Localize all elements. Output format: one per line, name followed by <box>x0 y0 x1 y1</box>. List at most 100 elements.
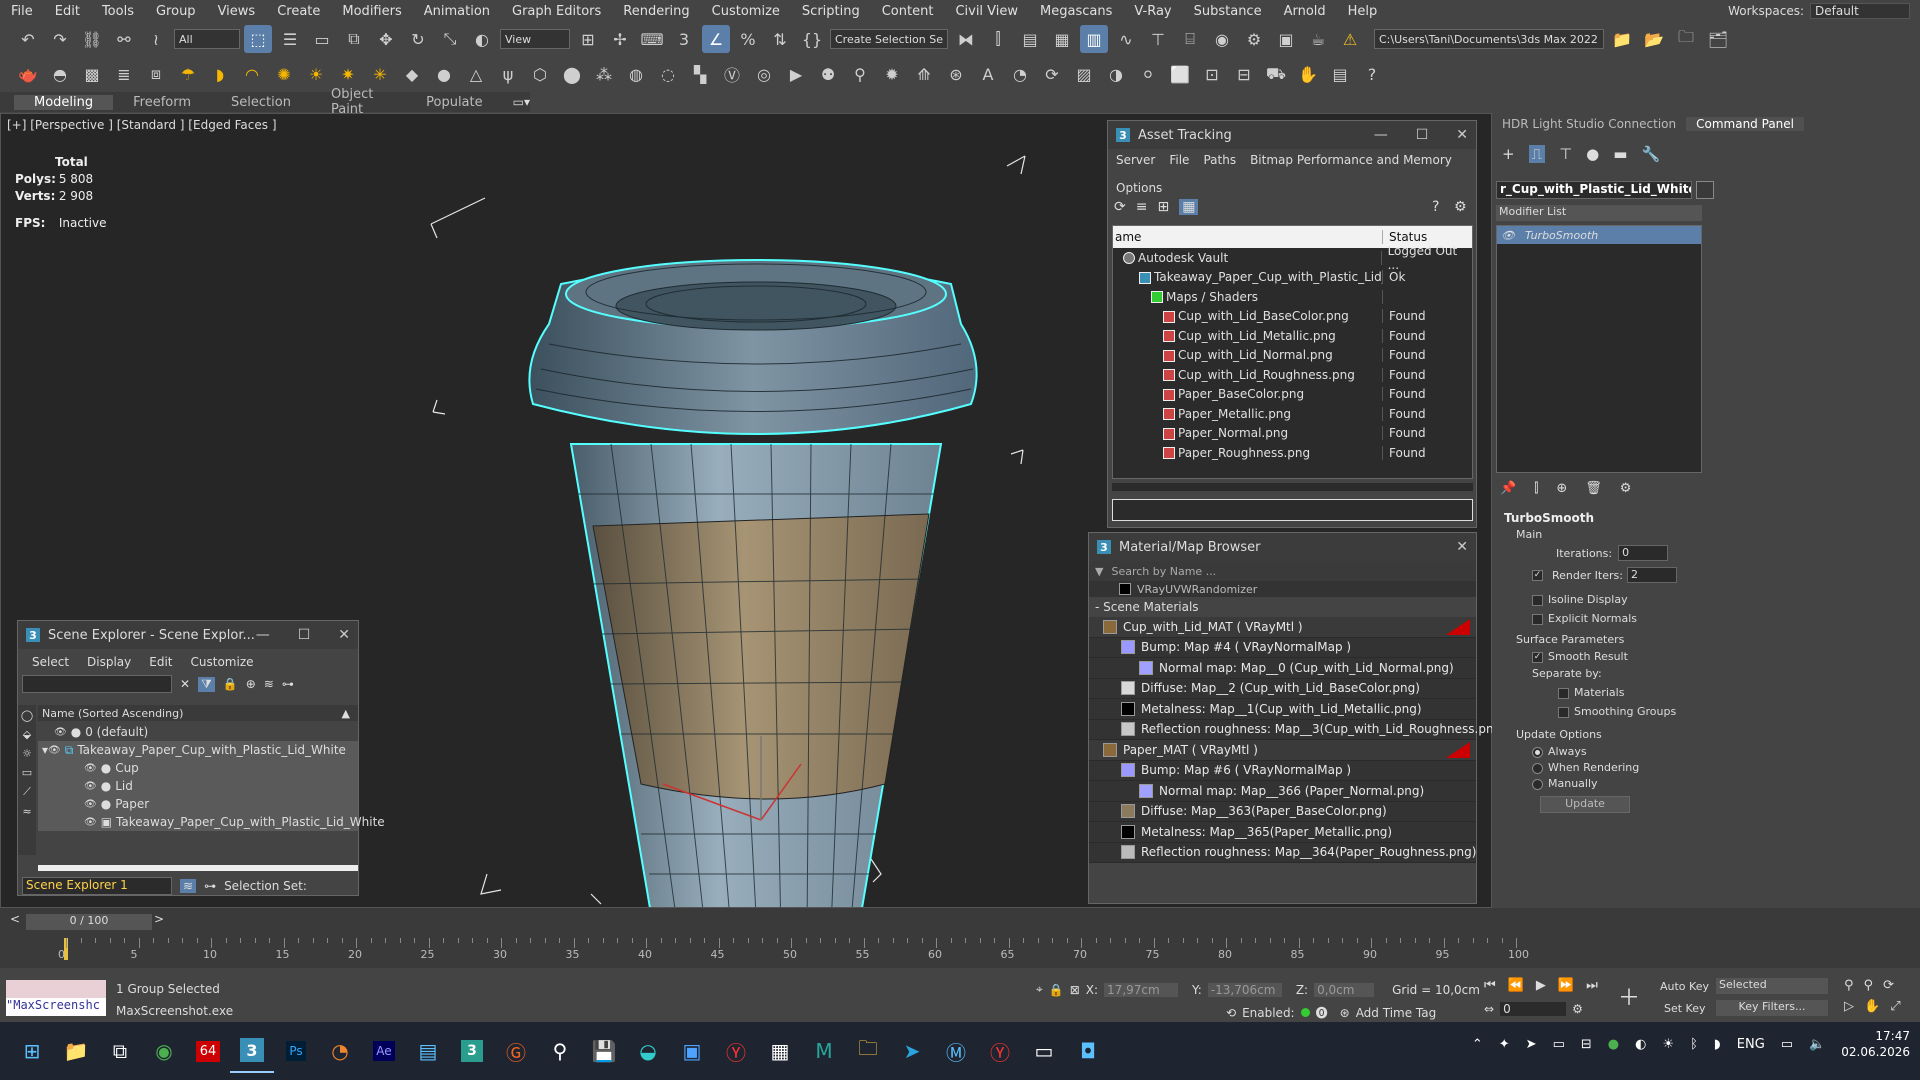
scene-row[interactable]: 👁 ● Lid <box>38 777 358 795</box>
asset-row[interactable]: Cup_with_Lid_BaseColor.png Found <box>1113 307 1472 327</box>
map-row[interactable]: Bump: Map #6 ( VRayNormalMap ) <box>1089 760 1476 781</box>
material-ball-icon[interactable]: ⬤ <box>558 60 586 88</box>
scene-menu-customize[interactable]: Customize <box>191 655 254 669</box>
chevron-down-icon[interactable]: ▼ <box>1095 565 1103 578</box>
eye-icon[interactable]: 👁 <box>54 727 67 738</box>
menu-file[interactable]: File <box>0 4 44 19</box>
enabled-toggle-icon[interactable]: ⓿ <box>1316 1004 1328 1021</box>
place-icon[interactable]: ◐ <box>468 25 496 53</box>
display-geometry-icon[interactable]: ⬙ <box>23 728 31 741</box>
pivot-icon[interactable]: ⊞ <box>574 25 602 53</box>
utilities-tab-icon[interactable]: 🔧 <box>1641 145 1660 163</box>
asset-menu-server[interactable]: Server <box>1116 153 1155 167</box>
map-row[interactable]: Metalness: Map__1(Cup_with_Lid_Metallic.… <box>1089 699 1476 720</box>
percent-snap-icon[interactable]: % <box>734 25 762 53</box>
asset-row[interactable]: Paper_Metallic.png Found <box>1113 404 1472 424</box>
frame-icon[interactable]: ⬜ <box>1166 60 1194 88</box>
cmd-tab-0[interactable]: HDR Light Studio Connection <box>1492 117 1686 131</box>
minimize-icon[interactable]: — <box>256 627 270 643</box>
tray-volume-icon[interactable]: ◗ <box>1714 1037 1721 1052</box>
materials-checkbox[interactable] <box>1558 687 1569 699</box>
enabled-indicator-icon[interactable] <box>1300 1008 1310 1017</box>
refresh-icon[interactable]: ⟳ <box>1114 199 1126 215</box>
project-new-icon[interactable]: 🗀 <box>1672 25 1700 53</box>
z-coordinate[interactable]: 0,0cm <box>1314 982 1375 997</box>
minimize-icon[interactable]: — <box>1374 127 1388 143</box>
edge-icon[interactable]: ◒ <box>626 1029 670 1073</box>
absolute-mode-icon[interactable]: ⊠ <box>1070 983 1080 997</box>
tree-icon[interactable]: ⟰ <box>910 60 938 88</box>
link-icon[interactable]: ⛓ <box>78 25 106 53</box>
object-name-field[interactable]: r_Cup_with_Plastic_Lid_White <box>1496 181 1692 199</box>
col-name[interactable]: ame <box>1113 230 1383 244</box>
scene-row[interactable]: ▾ 👁 ⧉ Takeaway_Paper_Cup_with_Plastic_Lid_… <box>38 741 358 759</box>
scene-explorer-icon[interactable]: ▥ <box>1080 25 1108 53</box>
scatter-icon[interactable]: ⁂ <box>590 60 618 88</box>
iterations-spinner[interactable]: 0 <box>1618 545 1669 561</box>
eye-icon[interactable]: 👁 <box>84 817 97 828</box>
select-object-icon[interactable]: ⬚ <box>244 25 272 53</box>
add-time-tag-label[interactable]: Add Time Tag <box>1356 1006 1437 1020</box>
cube-icon[interactable]: ◆ <box>398 60 426 88</box>
align-icon[interactable]: ⫿ <box>984 25 1012 53</box>
menu-modifiers[interactable]: Modifiers <box>331 4 412 19</box>
asset-menu-paths[interactable]: Paths <box>1203 153 1236 167</box>
set-key-button[interactable]: Set Key <box>1664 1002 1706 1015</box>
rect-selection-icon[interactable]: ▭ <box>308 25 336 53</box>
bind-space-warp-icon[interactable]: ≀ <box>142 25 170 53</box>
plane-icon[interactable]: △ <box>462 60 490 88</box>
material-row[interactable]: Paper_MAT ( VRayMtl ) <box>1089 740 1476 761</box>
lightbulb-icon[interactable]: ⚪ <box>1134 60 1162 88</box>
chrome-icon[interactable]: ◉ <box>142 1029 186 1073</box>
maximize-viewport-icon[interactable]: ⤢ <box>1890 999 1900 1014</box>
workspaces-dropdown[interactable]: Default <box>1810 3 1910 19</box>
explorer-2-icon[interactable]: 🗀 <box>846 1029 890 1073</box>
key-mode-icon[interactable]: ⇔ <box>1484 1002 1494 1016</box>
tray-chevron-icon[interactable]: ⌃ <box>1472 1037 1483 1052</box>
sphere-tool-icon[interactable]: ◓ <box>46 60 74 88</box>
ribbon-tab-selection[interactable]: Selection <box>211 95 311 110</box>
reference-coordinate-dropdown[interactable]: View <box>500 29 570 49</box>
photo-icon[interactable]: ▨ <box>1070 60 1098 88</box>
map-row[interactable]: Normal map: Map__0 (Cup_with_Lid_Normal.… <box>1089 658 1476 679</box>
cross-frame-icon[interactable]: ⊡ <box>1198 60 1226 88</box>
ribbon-tab-freeform[interactable]: Freeform <box>113 95 211 110</box>
rotate-icon[interactable]: ↻ <box>404 25 432 53</box>
modify-tab-icon[interactable]: ⎍ <box>1528 145 1546 163</box>
layer-manager-icon[interactable]: ≋ <box>180 879 197 893</box>
app-m2-icon[interactable]: Ⓜ <box>934 1029 978 1073</box>
x-coordinate[interactable]: 17,97cm <box>1104 982 1179 997</box>
time-slider-next[interactable]: > <box>154 912 164 926</box>
scene-explorer-name-dropdown[interactable]: Scene Explorer 1 <box>22 877 172 895</box>
display-helpers-icon[interactable]: ⟋ <box>23 785 31 799</box>
proxy-icon[interactable]: ⬡ <box>526 60 554 88</box>
man-icon[interactable]: ✋ <box>1294 60 1322 88</box>
rollout-title[interactable]: TurboSmooth <box>1496 511 1702 525</box>
teapot-icon[interactable]: 🫖 <box>14 60 42 88</box>
maximize-icon[interactable]: ☐ <box>1416 127 1429 143</box>
asset-menu-bitmap-performance-and-memory[interactable]: Bitmap Performance and Memory <box>1250 153 1452 167</box>
display-lights-icon[interactable]: ☼ <box>22 747 32 760</box>
snap-3d-icon[interactable]: 3 <box>670 25 698 53</box>
project-folder-icon[interactable]: 📁 <box>1608 25 1636 53</box>
menu-views[interactable]: Views <box>207 4 267 19</box>
ribbon-toggle-icon[interactable]: ▦ <box>1048 25 1076 53</box>
light-icon[interactable]: ☂ <box>174 60 202 88</box>
select-by-name-icon[interactable]: ☰ <box>276 25 304 53</box>
spinner-snap-icon[interactable]: ⇅ <box>766 25 794 53</box>
modifier-list-dropdown[interactable]: Modifier List <box>1496 205 1702 221</box>
scene-row[interactable]: 👁 ● Paper <box>38 795 358 813</box>
task-view-icon[interactable]: ⧉ <box>98 1029 142 1073</box>
material-search-bar[interactable]: ▼ Search by Name ... <box>1089 561 1476 581</box>
maximize-icon[interactable]: ☐ <box>298 627 311 643</box>
group-icon[interactable]: ⚉ <box>814 60 842 88</box>
isolate-icon[interactable]: ⌖ <box>1036 982 1043 997</box>
cmd-tab-1[interactable]: Command Panel <box>1686 117 1804 131</box>
scene-menu-display[interactable]: Display <box>87 655 131 669</box>
scene-search-input[interactable] <box>22 675 172 693</box>
time-config-icon[interactable]: ⚙ <box>1572 1002 1583 1016</box>
selection-lock-icon[interactable]: 🔒 <box>1049 983 1064 997</box>
pan-icon[interactable]: ✋ <box>1864 999 1880 1014</box>
display-cameras-icon[interactable]: ▭ <box>22 766 32 779</box>
settings-icon[interactable]: ⚙ <box>1454 199 1467 215</box>
